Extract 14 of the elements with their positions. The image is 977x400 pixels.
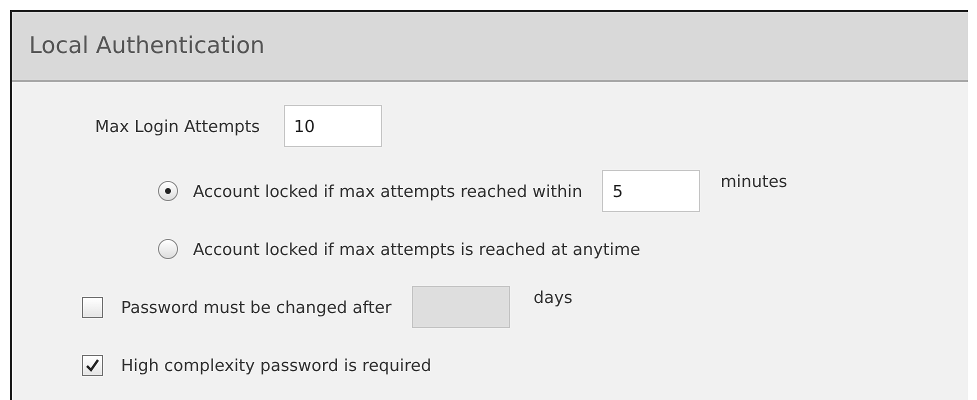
field-label: Max Login Attempts bbox=[95, 116, 260, 136]
checkbox[interactable] bbox=[82, 354, 103, 376]
radio-label: Account locked if max attempts is reached at anytime bbox=[193, 240, 640, 258]
radio-button[interactable] bbox=[158, 181, 178, 201]
checkbox-label: High complexity password is required bbox=[121, 356, 432, 374]
unit-label: days bbox=[534, 288, 572, 307]
max-attempts-input[interactable]: 10 bbox=[284, 105, 382, 147]
radio-button[interactable] bbox=[158, 239, 178, 259]
panel-title: Local Authentication bbox=[29, 33, 265, 59]
checkbox-label: Password must be changed after bbox=[121, 298, 392, 316]
minutes-input[interactable]: 5 bbox=[602, 170, 700, 212]
checkbox[interactable] bbox=[82, 296, 103, 318]
unit-label: minutes bbox=[720, 172, 788, 191]
radio-label: Account locked if max attempts reached within bbox=[193, 182, 582, 200]
